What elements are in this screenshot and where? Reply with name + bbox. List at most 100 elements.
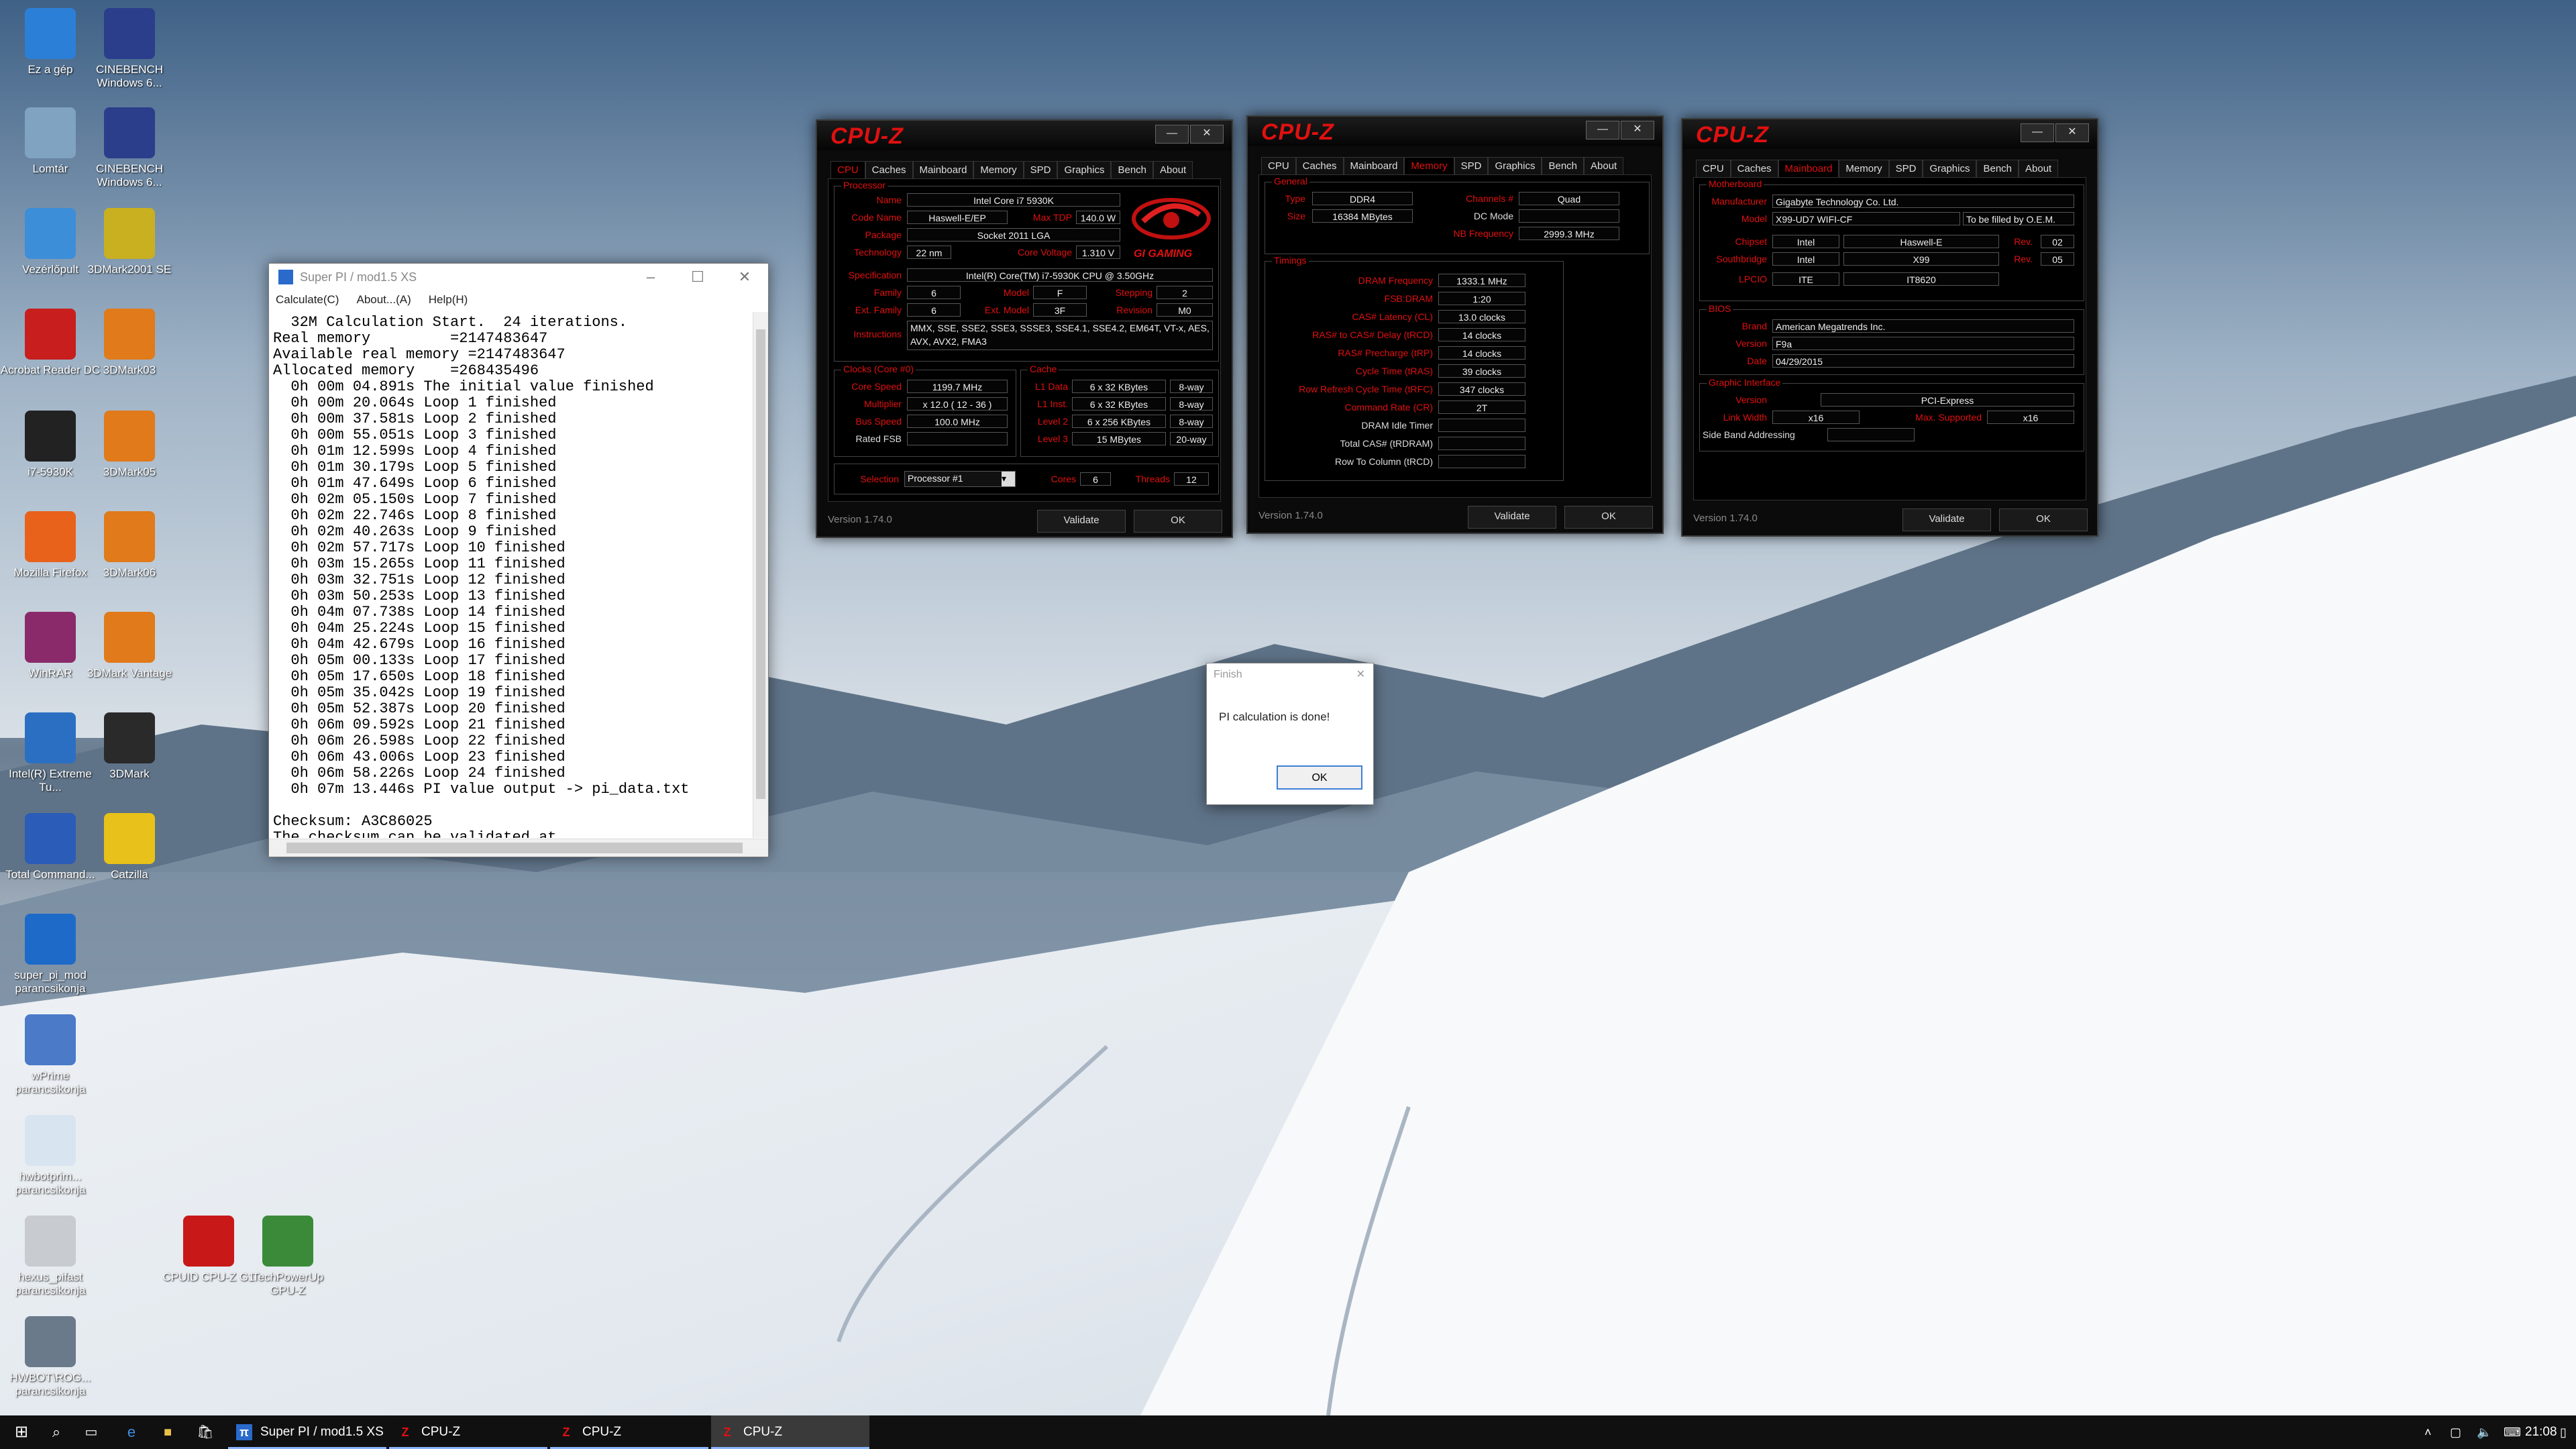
finish-dialog-titlebar[interactable]: Finish ✕ xyxy=(1207,663,1373,686)
close-button[interactable]: ✕ xyxy=(1621,121,1654,140)
clock[interactable]: 21:08 xyxy=(2525,1415,2557,1449)
tab-cpu[interactable]: CPU xyxy=(1261,157,1296,175)
notifications-icon[interactable]: ▯ xyxy=(2560,1415,2567,1449)
desktop-icon[interactable]: TechPowerUp GPU-Z xyxy=(237,1216,338,1297)
output-line: 0h 01m 12.599s Loop 4 finished xyxy=(273,443,557,460)
cpuz-window-mainboard[interactable]: CPU-Z — ✕ CPU Caches Mainboard Memory SPD Gra… xyxy=(1681,118,2098,537)
tab-bench[interactable]: Bench xyxy=(1976,160,2019,178)
cpuz-window-cpu[interactable]: CPU-Z — ✕ CPU Caches Mainboard Memory SPD Gra… xyxy=(816,119,1233,538)
taskbar-app-cpuz-2[interactable]: Z CPU-Z xyxy=(550,1415,708,1449)
desktop-icon[interactable]: 3DMark06 xyxy=(79,511,180,580)
tab-bench[interactable]: Bench xyxy=(1542,157,1585,175)
tab-cpu[interactable]: CPU xyxy=(830,161,865,179)
desktop-icon[interactable]: CINEBENCH Windows 6... xyxy=(79,8,180,90)
timing-value: 13.0 clocks xyxy=(1438,310,1525,323)
taskbar-app-cpuz-1[interactable]: Z CPU-Z xyxy=(389,1415,547,1449)
close-button[interactable]: ✕ xyxy=(1190,125,1224,144)
ratedfsb-label: Rated FSB xyxy=(855,433,902,444)
cpuz-titlebar[interactable]: CPU-Z — ✕ xyxy=(1682,119,2097,149)
desktop-icon[interactable]: hexus_pifast parancsikonja xyxy=(0,1216,101,1297)
tab-memory[interactable]: Memory xyxy=(973,161,1024,179)
vertical-scrollbar-thumb[interactable] xyxy=(756,329,765,799)
desktop-icon[interactable]: hwbotprim... parancsikonja xyxy=(0,1115,101,1197)
keyboard-icon[interactable]: ⌨ xyxy=(2504,1415,2521,1449)
timing-value: 14 clocks xyxy=(1438,328,1525,341)
tab-about[interactable]: About xyxy=(1584,157,1624,175)
tab-memory[interactable]: Memory xyxy=(1839,160,1889,178)
vertical-scrollbar[interactable] xyxy=(753,312,768,838)
desktop-icon[interactable]: 3DMark2001 SE xyxy=(79,208,180,276)
menu-about[interactable]: About...(A) xyxy=(356,293,411,307)
minimize-button[interactable]: — xyxy=(2021,123,2054,142)
store-icon[interactable]: 🛍 xyxy=(192,1415,219,1449)
validate-button[interactable]: Validate xyxy=(1468,506,1556,529)
tab-caches[interactable]: Caches xyxy=(1730,160,1778,178)
tab-spd[interactable]: SPD xyxy=(1454,157,1489,175)
finish-dialog[interactable]: Finish ✕ PI calculation is done! OK xyxy=(1206,663,1374,805)
tab-caches[interactable]: Caches xyxy=(865,161,913,179)
horizontal-scrollbar-thumb[interactable] xyxy=(286,843,743,853)
superpi-window[interactable]: Super PI / mod1.5 XS – ☐ ✕ Calculate(C) … xyxy=(268,263,769,857)
tab-mainboard[interactable]: Mainboard xyxy=(912,161,974,179)
menu-help[interactable]: Help(H) xyxy=(429,293,468,307)
desktop-icon[interactable]: wPrime parancsikonja xyxy=(0,1014,101,1096)
finish-ok-button[interactable]: OK xyxy=(1277,765,1362,790)
chipset-name-value: Haswell-E xyxy=(1843,235,1999,248)
minimize-button[interactable]: — xyxy=(1155,125,1189,144)
desktop-icon[interactable]: 3DMark xyxy=(79,712,180,781)
desktop-icon[interactable]: 3DMark05 xyxy=(79,411,180,479)
ok-button[interactable]: OK xyxy=(1999,508,2088,531)
superpi-titlebar[interactable]: Super PI / mod1.5 XS – ☐ ✕ xyxy=(269,264,768,290)
tab-graphics[interactable]: Graphics xyxy=(1923,160,1977,178)
close-button[interactable]: ✕ xyxy=(721,268,768,286)
taskbar-app-cpuz-3[interactable]: Z CPU-Z xyxy=(711,1415,869,1449)
desktop-icon[interactable]: 3DMark03 xyxy=(79,309,180,377)
menu-calculate[interactable]: Calculate(C) xyxy=(276,293,339,307)
close-icon[interactable]: ✕ xyxy=(1356,663,1365,686)
network-icon[interactable]: ▢ xyxy=(2450,1415,2461,1449)
processor-select[interactable]: Processor #1 ▾ xyxy=(904,471,1016,487)
tab-mainboard[interactable]: Mainboard xyxy=(1778,160,1839,178)
ok-button[interactable]: OK xyxy=(1134,510,1222,533)
maximize-button[interactable]: ☐ xyxy=(674,268,721,286)
tab-mainboard[interactable]: Mainboard xyxy=(1343,157,1405,175)
output-line: 0h 02m 57.717s Loop 10 finished xyxy=(273,539,566,556)
desktop-icon[interactable]: HWBOT\ROG... parancsikonja xyxy=(0,1316,101,1398)
task-view-icon[interactable]: ▭ xyxy=(78,1415,105,1449)
tab-memory[interactable]: Memory xyxy=(1404,157,1454,175)
desktop-icon[interactable]: super_pi_mod parancsikonja xyxy=(0,914,101,996)
tab-spd[interactable]: SPD xyxy=(1888,160,1923,178)
tab-graphics[interactable]: Graphics xyxy=(1057,161,1112,179)
volume-icon[interactable]: 🔈 xyxy=(2477,1415,2491,1449)
minimize-button[interactable]: — xyxy=(1586,121,1619,140)
cpuz-titlebar[interactable]: CPU-Z — ✕ xyxy=(817,121,1232,150)
minimize-button[interactable]: – xyxy=(627,268,674,286)
desktop-icon[interactable]: CINEBENCH Windows 6... xyxy=(79,107,180,189)
search-icon[interactable]: ⌕ xyxy=(43,1415,70,1449)
chevron-up-icon[interactable]: ˄ xyxy=(2424,1415,2432,1449)
desktop-icon[interactable]: 3DMark Vantage xyxy=(79,612,180,680)
close-button[interactable]: ✕ xyxy=(2055,123,2089,142)
start-windows-icon[interactable]: ⊞ xyxy=(8,1415,35,1449)
tab-caches[interactable]: Caches xyxy=(1295,157,1344,175)
validate-button[interactable]: Validate xyxy=(1902,508,1991,531)
desktop-icon[interactable]: Catzilla xyxy=(79,813,180,881)
output-line: 0h 04m 07.738s Loop 14 finished xyxy=(273,604,566,621)
validate-button[interactable]: Validate xyxy=(1037,510,1126,533)
tab-graphics[interactable]: Graphics xyxy=(1488,157,1542,175)
tab-about[interactable]: About xyxy=(2019,160,2059,178)
l1inst-label: L1 Inst. xyxy=(1037,398,1068,409)
horizontal-scrollbar[interactable] xyxy=(269,839,768,857)
cpuz-window-memory[interactable]: CPU-Z — ✕ CPU Caches Mainboard Memory SPD Gra… xyxy=(1246,115,1664,534)
taskbar-app-superpi[interactable]: π Super PI / mod1.5 XS xyxy=(228,1415,386,1449)
output-line: 0h 04m 25.224s Loop 15 finished xyxy=(273,620,566,637)
chevron-down-icon[interactable]: ▾ xyxy=(1002,472,1015,486)
tab-cpu[interactable]: CPU xyxy=(1696,160,1731,178)
cpuz-titlebar[interactable]: CPU-Z — ✕ xyxy=(1248,117,1662,146)
tab-bench[interactable]: Bench xyxy=(1111,161,1154,179)
tab-about[interactable]: About xyxy=(1153,161,1193,179)
edge-icon[interactable]: e xyxy=(118,1415,145,1449)
ok-button[interactable]: OK xyxy=(1564,506,1653,529)
file-explorer-icon[interactable]: ■ xyxy=(154,1415,181,1449)
tab-spd[interactable]: SPD xyxy=(1023,161,1058,179)
